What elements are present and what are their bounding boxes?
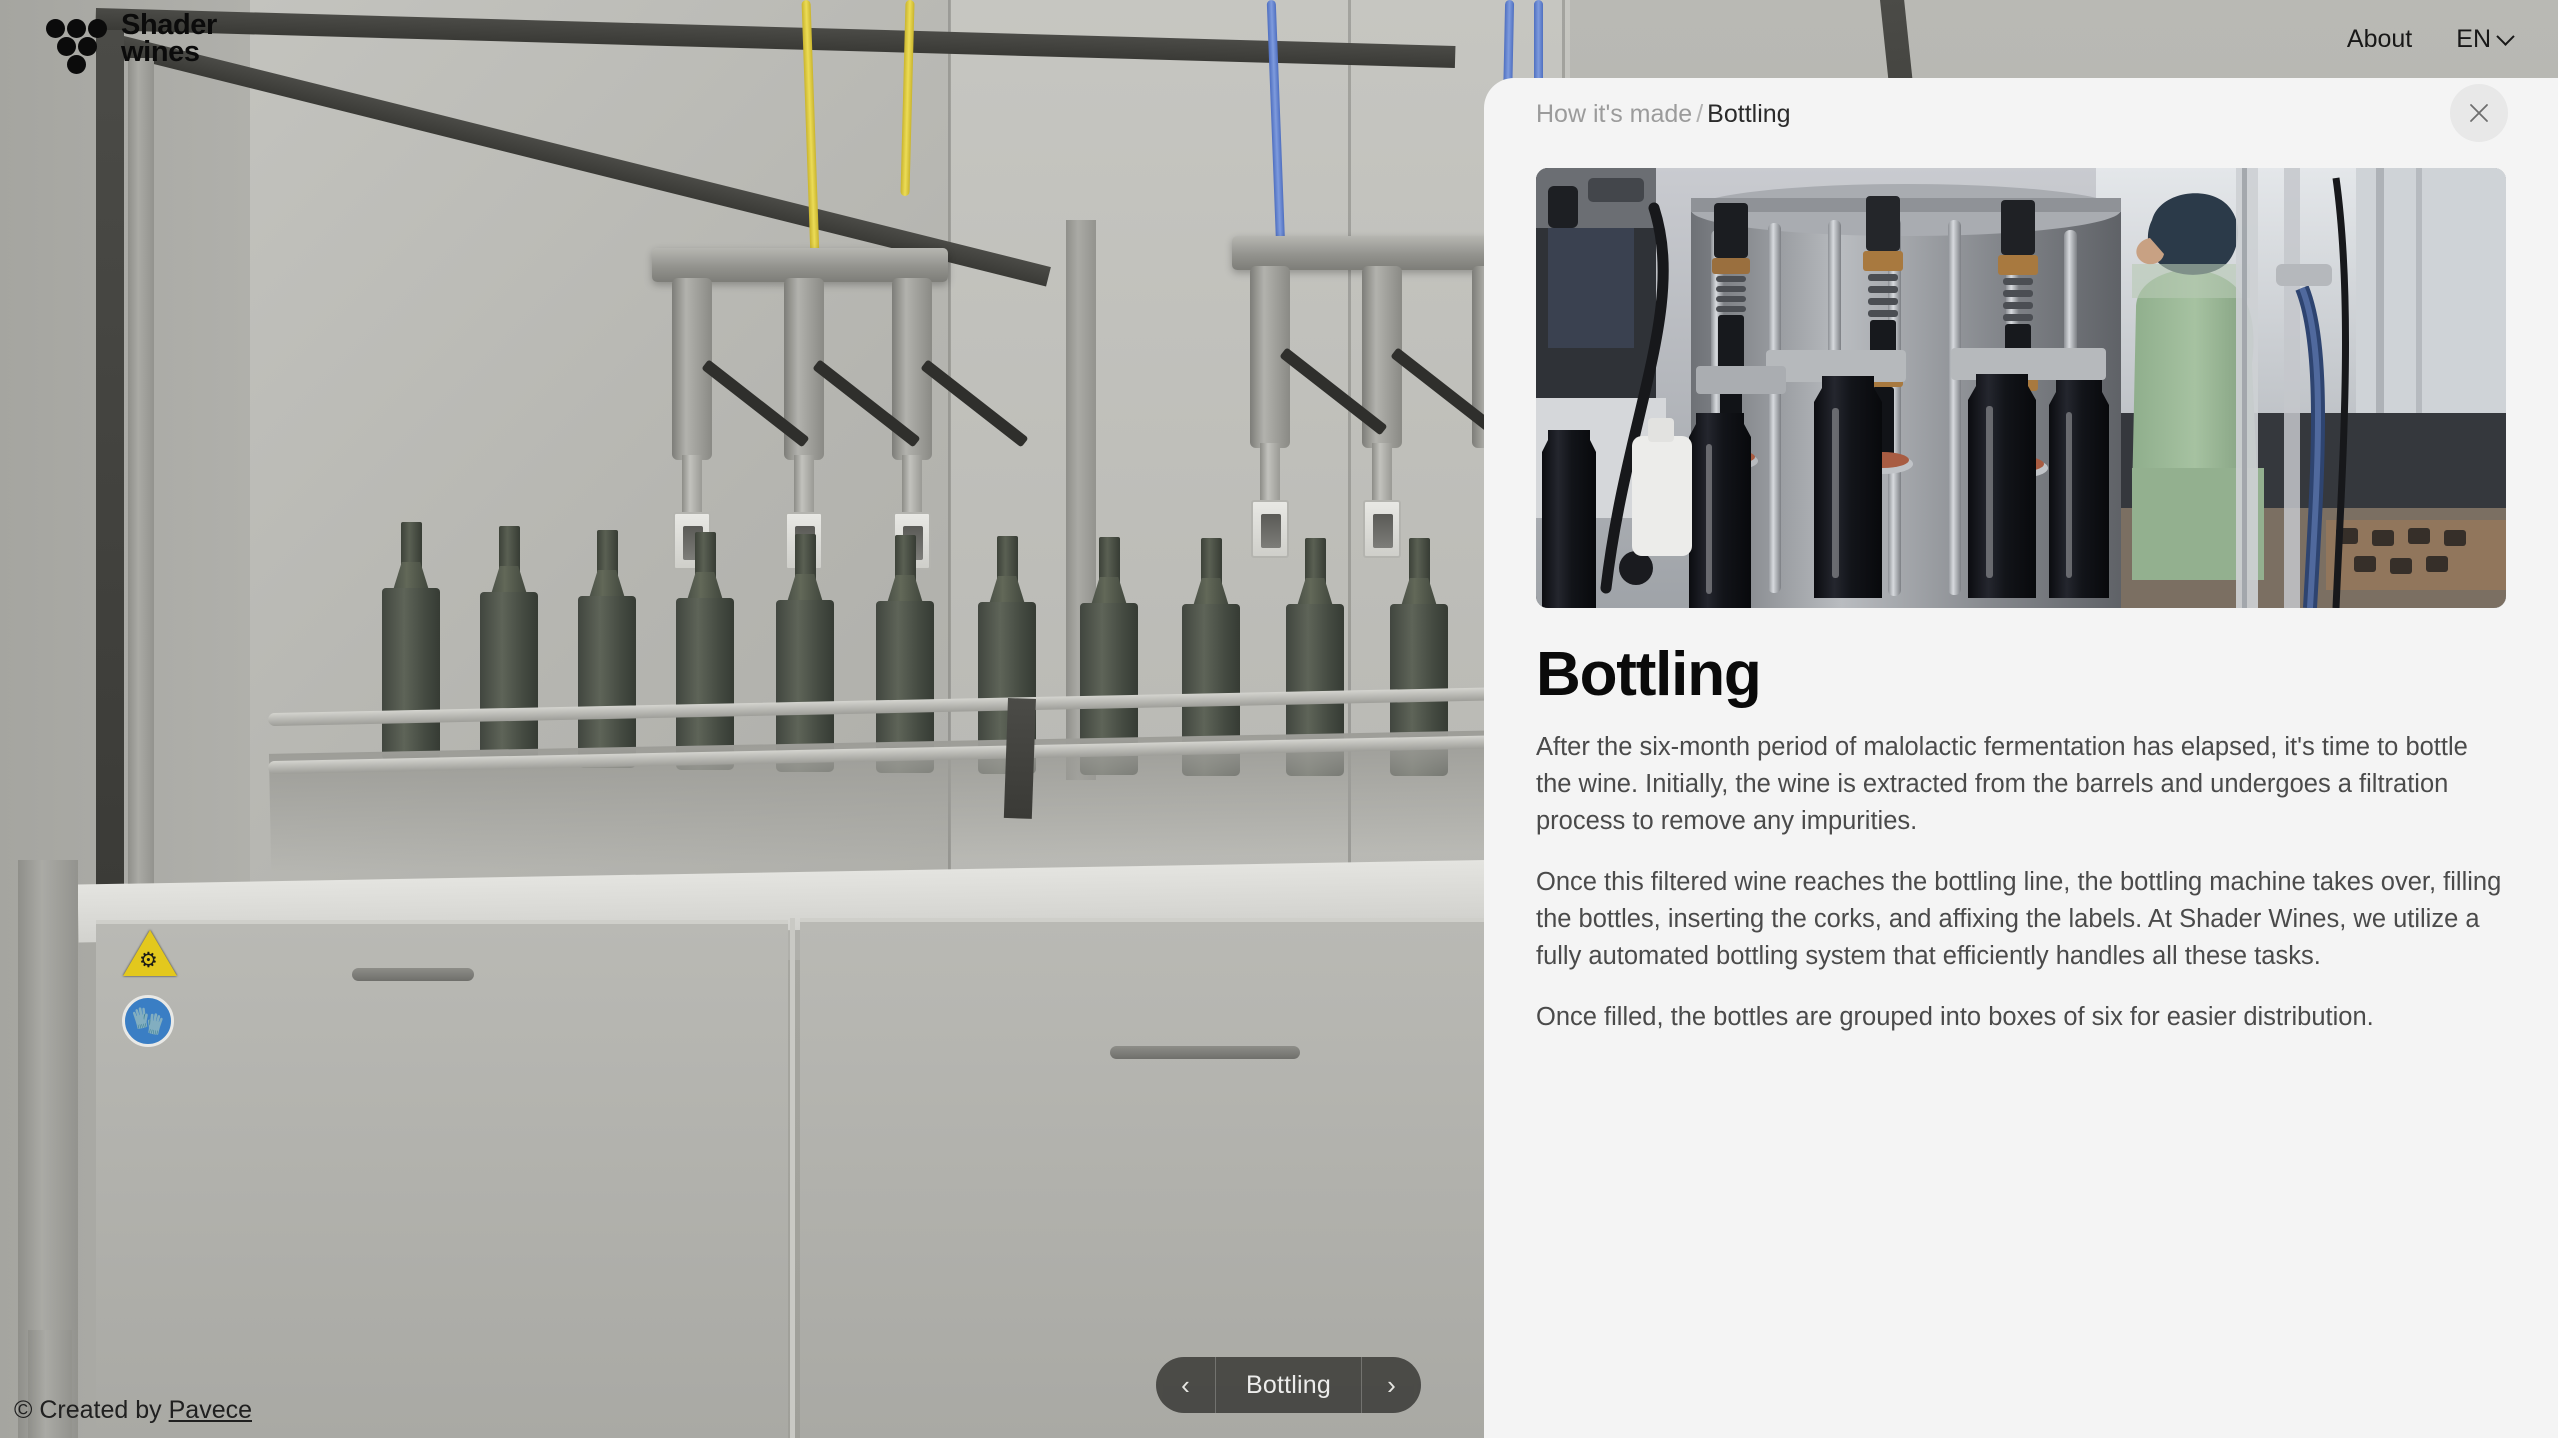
nav-about[interactable]: About	[2347, 25, 2412, 54]
scene-frame-post	[128, 58, 154, 958]
wear-gloves-mandatory-sticker: 🧤	[122, 995, 174, 1047]
chevron-left-icon[interactable]: ‹	[1156, 1357, 1216, 1413]
bottling-machine-photo	[1536, 168, 2506, 608]
scene-cabinet-left	[96, 920, 788, 1438]
scene-wine-bottle	[676, 532, 734, 770]
panel-header: How it's made / Bottling	[1484, 78, 2558, 150]
scene-wine-bottle	[578, 530, 636, 768]
body-paragraph-1: After the six-month period of malolactic…	[1536, 733, 2468, 836]
crush-hazard-warning-sticker	[123, 930, 177, 976]
stage-current-label: Bottling	[1246, 1370, 1331, 1399]
scene-cabinet-handle	[352, 968, 474, 981]
body-paragraph-2: Once this filtered wine reaches the bott…	[1536, 868, 2502, 970]
detail-panel: How it's made / Bottling Bottling After …	[1484, 78, 2558, 1438]
close-panel-button[interactable]	[2450, 84, 2508, 142]
credit-link-pavece[interactable]: Pavece	[169, 1396, 252, 1424]
breadcrumb-separator: /	[1696, 99, 1704, 128]
scene-filler-gantry	[652, 248, 948, 282]
body-paragraph-3: Once filled, the bottles are grouped int…	[1536, 1002, 2374, 1031]
breadcrumb: How it's made / Bottling	[1536, 99, 1791, 128]
bottling-machine-illustration	[1536, 168, 2506, 608]
site-credit: © Created by Pavece	[14, 1396, 252, 1425]
scene-filler-rod	[794, 455, 814, 515]
chevron-down-icon	[2496, 26, 2515, 46]
stage-navigation: ‹ Bottling ›	[1156, 1357, 1421, 1413]
breadcrumb-current: Bottling	[1707, 99, 1791, 128]
page-title: Bottling	[1536, 640, 1762, 709]
scene-conveyor-stop	[1003, 698, 1036, 819]
scene-wine-bottle	[876, 535, 934, 773]
scene-filler-rod	[902, 455, 922, 515]
breadcrumb-parent[interactable]: How it's made	[1536, 100, 1692, 128]
grape-cluster-icon	[46, 10, 108, 74]
close-icon	[2470, 104, 2488, 122]
site-header: Shader wines About EN	[0, 0, 2558, 78]
scene-filler-rod	[682, 455, 702, 515]
scene-filler-nozzle	[1251, 500, 1289, 558]
credit-prefix: © Created by	[14, 1396, 169, 1424]
chevron-right-icon[interactable]: ›	[1361, 1357, 1421, 1413]
panel-body: Bottling After the six-month period of m…	[1484, 150, 2558, 1036]
scene-wine-bottle	[480, 526, 538, 764]
brand-logo-text: Shader wines	[121, 9, 217, 68]
scene-cabinet-divider	[790, 918, 795, 1438]
scene-wine-bottle	[776, 534, 834, 772]
header-nav: About EN	[2347, 24, 2515, 54]
language-code: EN	[2456, 24, 2491, 53]
brand-logo-line2: wines	[121, 36, 200, 68]
language-selector[interactable]: EN	[2456, 24, 2515, 54]
scene-filler-rod	[1372, 443, 1392, 503]
scene-cabinet-handle	[1110, 1046, 1300, 1059]
brand-logo[interactable]: Shader wines	[46, 9, 217, 74]
scene-filler-rod	[1260, 443, 1280, 503]
brand-logo-line1: Shader	[121, 9, 217, 42]
scene-wine-bottle	[382, 522, 440, 760]
scene-frame-beam	[96, 30, 124, 942]
